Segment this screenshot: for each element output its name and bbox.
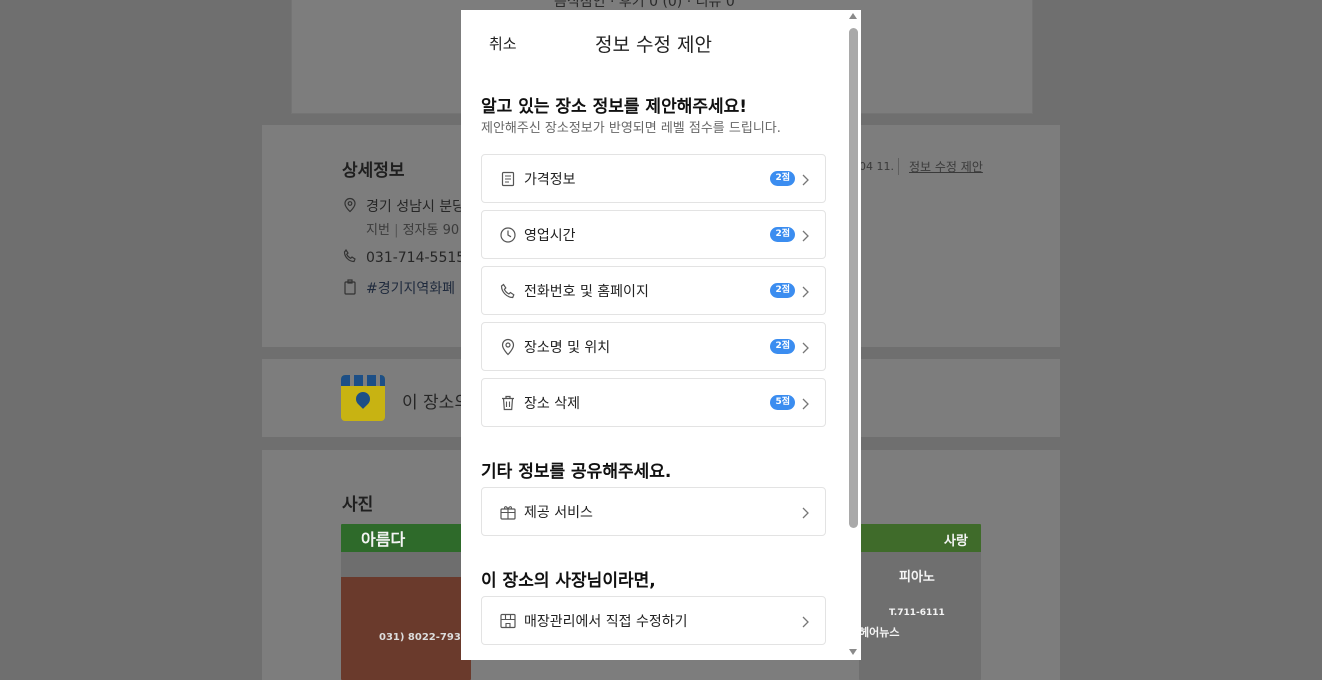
photo-thumbnail[interactable]: 사랑 피아노 T.711-6111 헤어뉴스 <box>859 524 981 680</box>
menu-item-phone-homepage[interactable]: 전화번호 및 홈페이지 2점 <box>481 266 826 315</box>
modal-scrollbar[interactable] <box>846 10 861 660</box>
photo-sign-text: 헤어뉴스 <box>859 626 900 639</box>
lot-label: 지번 <box>366 223 390 238</box>
phone-icon <box>342 248 358 264</box>
chevron-right-icon <box>799 505 811 519</box>
section-title-suggest: 알고 있는 장소 정보를 제안해주세요! <box>481 97 748 117</box>
menu-item-label: 매장관리에서 직접 수정하기 <box>524 614 688 630</box>
modal-title: 정보 수정 제안 <box>595 34 712 56</box>
menu-item-label: 장소명 및 위치 <box>524 340 611 356</box>
points-badge: 2점 <box>770 283 795 298</box>
section-title-share: 기타 정보를 공유해주세요. <box>481 462 672 482</box>
menu-item-name-location[interactable]: 장소명 및 위치 2점 <box>481 322 826 371</box>
trash-icon <box>499 394 517 412</box>
chevron-right-icon <box>799 614 811 628</box>
photo-sign-text: 아름다 <box>361 530 406 549</box>
photo-sign-text: 피아노 <box>899 570 935 585</box>
scroll-down-arrow-icon[interactable] <box>849 649 857 655</box>
scrollbar-thumb[interactable] <box>849 28 858 528</box>
detail-date: 04 11. <box>859 160 894 173</box>
detail-address: 경기 성남시 분당 <box>366 199 466 215</box>
menu-item-label: 영업시간 <box>524 228 576 244</box>
detail-phone[interactable]: 031-714-5515 <box>366 250 465 266</box>
photo-thumbnail[interactable]: 아름다 031) 8022-793 <box>341 524 471 680</box>
scroll-up-arrow-icon[interactable] <box>849 13 857 19</box>
chevron-right-icon <box>799 284 811 298</box>
points-badge: 5점 <box>770 395 795 410</box>
modal-header: 정보 수정 제안 취소 <box>461 10 846 70</box>
cancel-button[interactable]: 취소 <box>489 33 517 54</box>
section-subtitle-suggest: 제안해주신 장소정보가 반영되면 레벨 점수를 드립니다. <box>481 121 781 136</box>
chevron-right-icon <box>799 340 811 354</box>
section-title-owner: 이 장소의 사장님이라면, <box>481 571 656 591</box>
location-pin-icon <box>342 197 358 213</box>
banner-text: 이 장소의 <box>402 393 470 413</box>
chevron-right-icon <box>799 396 811 410</box>
menu-item-price-info[interactable]: 가격정보 2점 <box>481 154 826 203</box>
clock-icon <box>499 226 517 244</box>
document-icon <box>499 170 517 188</box>
menu-item-label: 가격정보 <box>524 172 576 188</box>
phone-icon <box>499 282 517 300</box>
photo-sign-text: 031) 8022-793 <box>379 632 461 643</box>
menu-item-delete-place[interactable]: 장소 삭제 5점 <box>481 378 826 427</box>
edit-suggestion-modal: 정보 수정 제안 취소 알고 있는 장소 정보를 제안해주세요! 제안해주신 장… <box>461 10 861 660</box>
points-badge: 2점 <box>770 339 795 354</box>
lot-value: 정자동 90 <box>402 223 460 238</box>
menu-item-label: 전화번호 및 홈페이지 <box>524 284 649 300</box>
menu-item-label: 제공 서비스 <box>524 505 593 521</box>
detail-title: 상세정보 <box>342 161 405 181</box>
photo-sign-text: T.711-6111 <box>889 608 945 618</box>
points-badge: 2점 <box>770 227 795 242</box>
photo-sign-text: 사랑 <box>944 534 968 549</box>
store-map-icon <box>341 375 385 421</box>
chevron-right-icon <box>799 172 811 186</box>
chevron-right-icon <box>799 228 811 242</box>
tag-icon <box>342 279 358 295</box>
menu-item-store-management[interactable]: 매장관리에서 직접 수정하기 <box>481 596 826 645</box>
menu-item-services[interactable]: 제공 서비스 <box>481 487 826 536</box>
menu-item-label: 장소 삭제 <box>524 396 580 412</box>
detail-tag[interactable]: #경기지역화폐 <box>366 278 455 298</box>
points-badge: 2점 <box>770 171 795 186</box>
edit-suggestion-link[interactable]: 정보 수정 제안 <box>898 158 983 175</box>
gift-icon <box>499 503 517 521</box>
location-pin-icon <box>499 338 517 356</box>
menu-item-business-hours[interactable]: 영업시간 2점 <box>481 210 826 259</box>
photo-title: 사진 <box>342 495 374 515</box>
store-icon <box>499 612 517 630</box>
